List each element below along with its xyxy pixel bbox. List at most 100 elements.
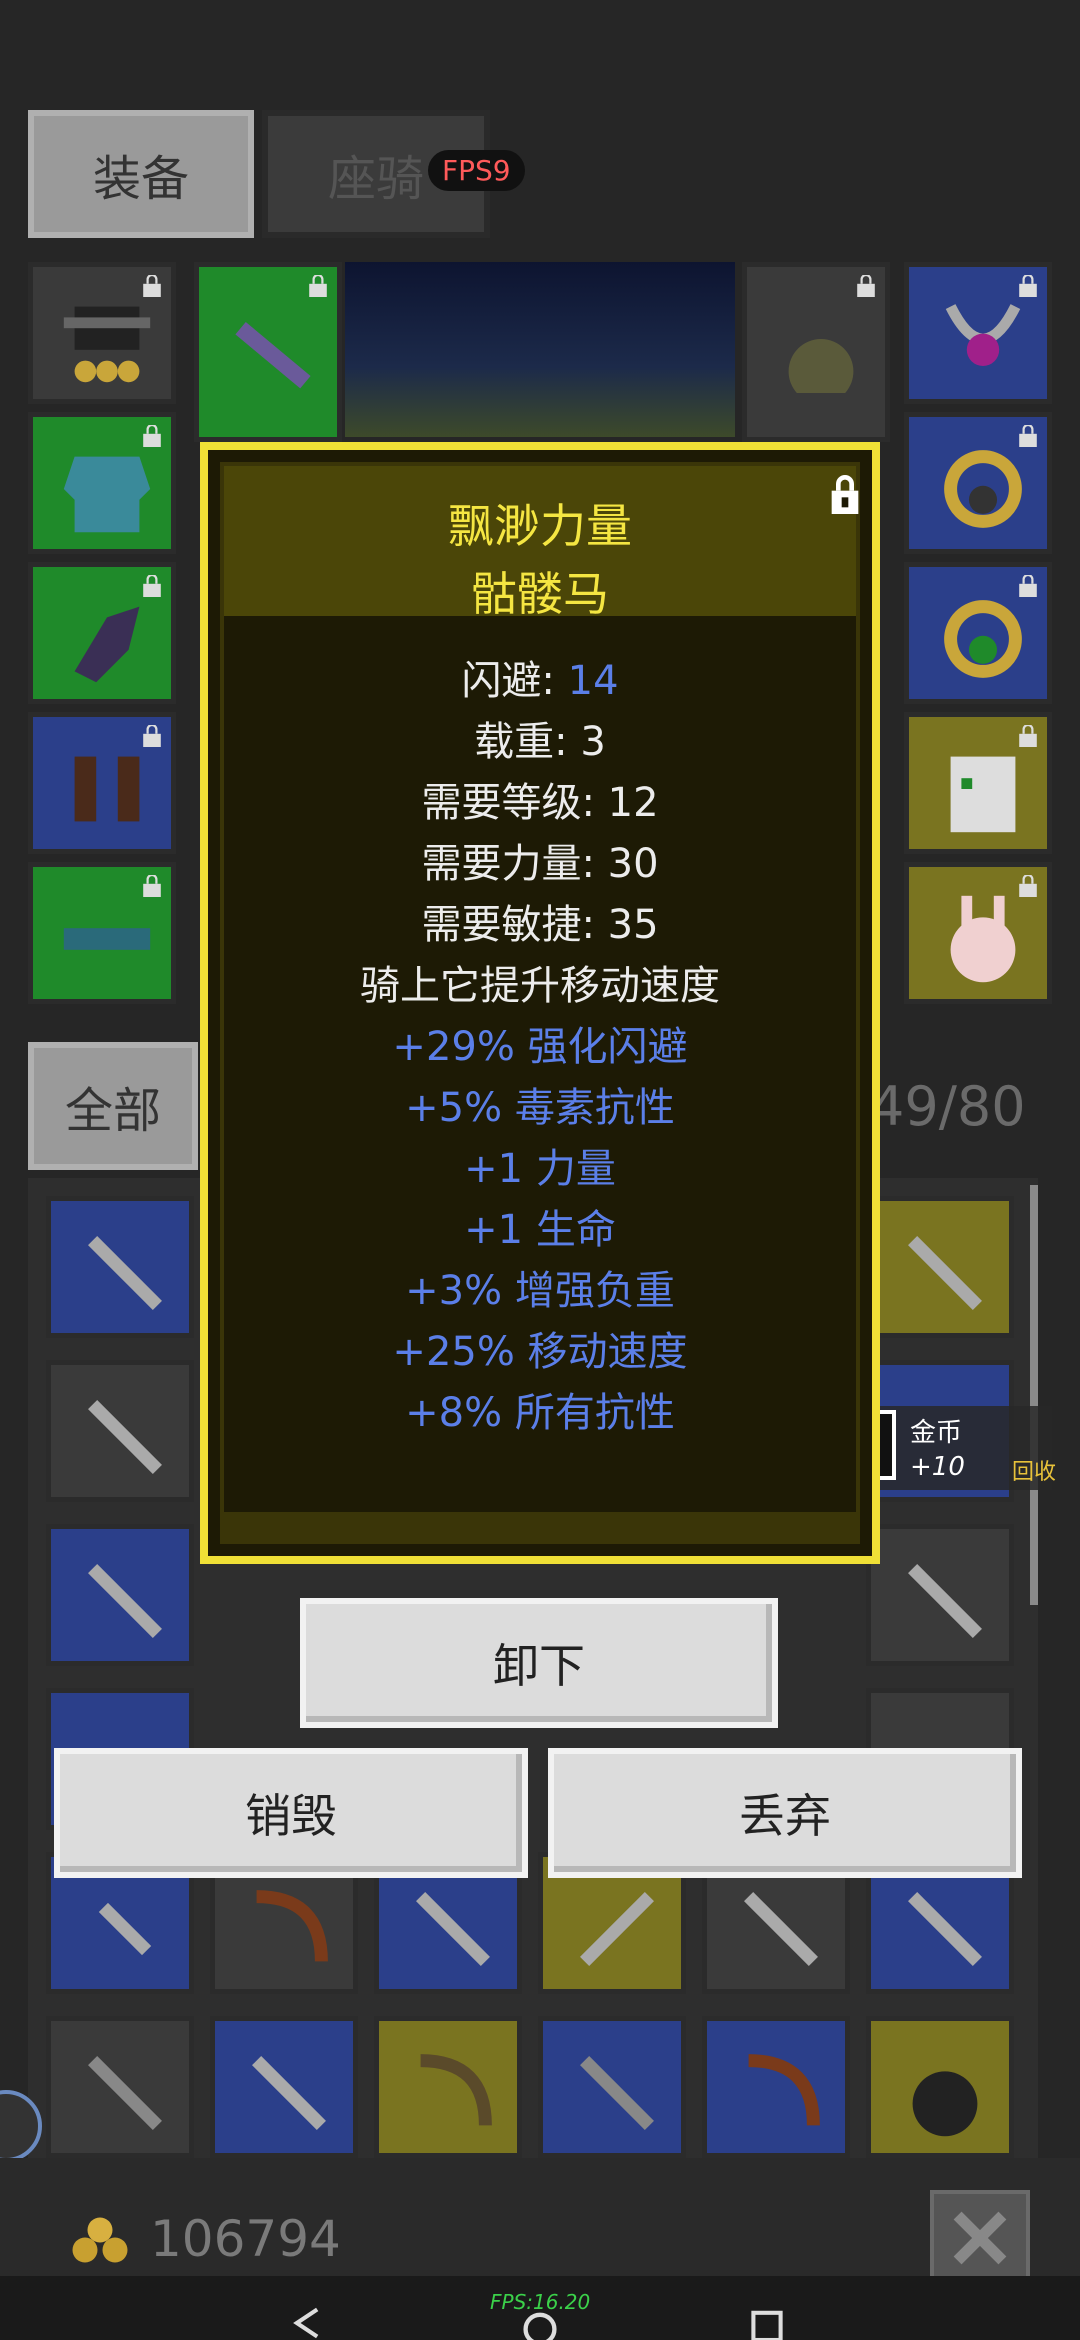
lock-icon: [143, 425, 161, 447]
inventory-slot[interactable]: [210, 2016, 358, 2158]
mod-line: +1 力量: [464, 1146, 616, 1192]
lock-icon: [143, 575, 161, 597]
crossbow-icon: [580, 2056, 654, 2130]
lock-icon: [143, 275, 161, 297]
gold-amount: 106794: [150, 2210, 341, 2268]
destroy-button[interactable]: 销毁: [54, 1748, 528, 1878]
inventory-slot[interactable]: [374, 2016, 522, 2158]
crossbow-icon: [88, 2056, 162, 2130]
weapon-slot[interactable]: [194, 262, 342, 442]
inventory-scrollbar[interactable]: [1030, 1185, 1038, 1605]
inventory-slot[interactable]: [46, 2016, 194, 2158]
coin-label: 金币: [910, 1418, 963, 1448]
helmet-slot[interactable]: [28, 262, 176, 404]
close-icon: [953, 2211, 1007, 2265]
mod-line: +8% 所有抗性: [405, 1390, 675, 1436]
lock-icon: [857, 275, 875, 297]
recycle-label: 回收: [1012, 1460, 1057, 1485]
ring-slot-1[interactable]: [904, 412, 1052, 554]
boots-icon: [74, 756, 140, 822]
mod-line: +25% 移动速度: [392, 1329, 688, 1375]
system-fps-counter: FPS:16.20: [490, 2290, 591, 2314]
amulet-icon: [945, 304, 1021, 366]
lock-icon: [143, 875, 161, 897]
mod-line: +3% 增强负重: [405, 1268, 675, 1314]
chainmail-icon: [63, 456, 151, 533]
fps-badge: FPS9: [428, 150, 525, 191]
inventory-slot[interactable]: [866, 2016, 1014, 2158]
lock-icon: [1019, 725, 1037, 747]
item-tooltip: 飘渺力量 骷髅马 闪避: 14 载重: 3 需要等级: 12 需要力量: 30 …: [200, 442, 880, 1564]
lock-icon: [309, 275, 327, 297]
knife-icon: [98, 1902, 152, 1956]
trident-icon: [908, 1236, 982, 1310]
inventory-slot[interactable]: [46, 1360, 194, 1502]
pet-slot[interactable]: [904, 712, 1052, 854]
rabbit-icon: [950, 895, 1016, 983]
trident-icon: [252, 2056, 326, 2130]
inventory-slot[interactable]: [702, 2016, 850, 2158]
dagger-icon: [235, 321, 311, 389]
axe-icon: [908, 1892, 982, 1966]
belt-slot[interactable]: [28, 862, 176, 1004]
trident-icon: [744, 1892, 818, 1966]
ring-icon: [944, 600, 1022, 678]
ring-icon: [944, 450, 1022, 528]
gold-coins-icon: [72, 2217, 128, 2263]
unequip-button[interactable]: 卸下: [300, 1598, 778, 1728]
inventory-slot[interactable]: [866, 1196, 1014, 1338]
lock-icon: [1019, 425, 1037, 447]
stat-req-level: 需要等级: 12: [421, 780, 659, 826]
mod-line: +1 生命: [464, 1207, 616, 1253]
sword-icon: [908, 1564, 982, 1638]
inventory-slot[interactable]: [538, 2016, 686, 2158]
spear-icon: [580, 1892, 654, 1966]
lock-icon: [143, 725, 161, 747]
rabbit-slot[interactable]: [904, 862, 1052, 1004]
back-icon[interactable]: [285, 2306, 329, 2340]
close-button[interactable]: [930, 2190, 1030, 2286]
tab-equipment[interactable]: 装备: [28, 110, 254, 238]
helmet-icon: [912, 2071, 978, 2137]
stat-weight: 载重: 3: [474, 719, 606, 765]
axe-icon: [416, 1892, 490, 1966]
stat-req-str: 需要力量: 30: [421, 841, 659, 887]
inventory-slot[interactable]: [866, 1524, 1014, 1666]
gloves-slot[interactable]: [28, 562, 176, 704]
item-subtitle: 骷髅马: [471, 567, 609, 621]
boots-slot[interactable]: [28, 712, 176, 854]
gloves-icon: [74, 606, 140, 683]
bow-icon: [748, 2054, 820, 2126]
mod-line: +29% 强化闪避: [392, 1024, 688, 1070]
mace-icon: [88, 1236, 162, 1310]
orb-icon: [788, 339, 854, 393]
amulet-slot[interactable]: [904, 262, 1052, 404]
inventory-slot[interactable]: [46, 1196, 194, 1338]
bow-icon: [420, 2054, 492, 2126]
bottom-bar: 106794: [0, 2158, 1080, 2276]
drop-button[interactable]: 丢弃: [548, 1748, 1022, 1878]
lock-icon: [1019, 275, 1037, 297]
offhand-slot[interactable]: [742, 262, 890, 442]
bow-icon: [256, 1890, 328, 1962]
inventory-count: 49/80: [870, 1075, 1026, 1138]
axe-icon: [88, 1400, 162, 1474]
armor-slot[interactable]: [28, 412, 176, 554]
coin-amount: +10: [910, 1452, 965, 1482]
item-title: 飘渺力量: [448, 499, 632, 553]
mount-description: 骑上它提升移动速度: [360, 963, 720, 1009]
axe-icon: [88, 1564, 162, 1638]
recents-icon[interactable]: [745, 2306, 789, 2340]
lock-icon: [1019, 875, 1037, 897]
inventory-slot[interactable]: [46, 1524, 194, 1666]
character-stage: [345, 262, 735, 437]
stat-req-agi: 需要敏捷: 35: [421, 902, 659, 948]
lock-icon: [1019, 575, 1037, 597]
mod-line: +5% 毒素抗性: [405, 1085, 675, 1131]
filter-tab-all[interactable]: 全部: [28, 1042, 198, 1170]
stat-dodge: 闪避: 14: [461, 658, 619, 704]
ring-slot-2[interactable]: [904, 562, 1052, 704]
skull-horse-icon: [950, 756, 1016, 833]
belt-icon: [63, 928, 151, 950]
helmet-icon: [63, 306, 151, 383]
